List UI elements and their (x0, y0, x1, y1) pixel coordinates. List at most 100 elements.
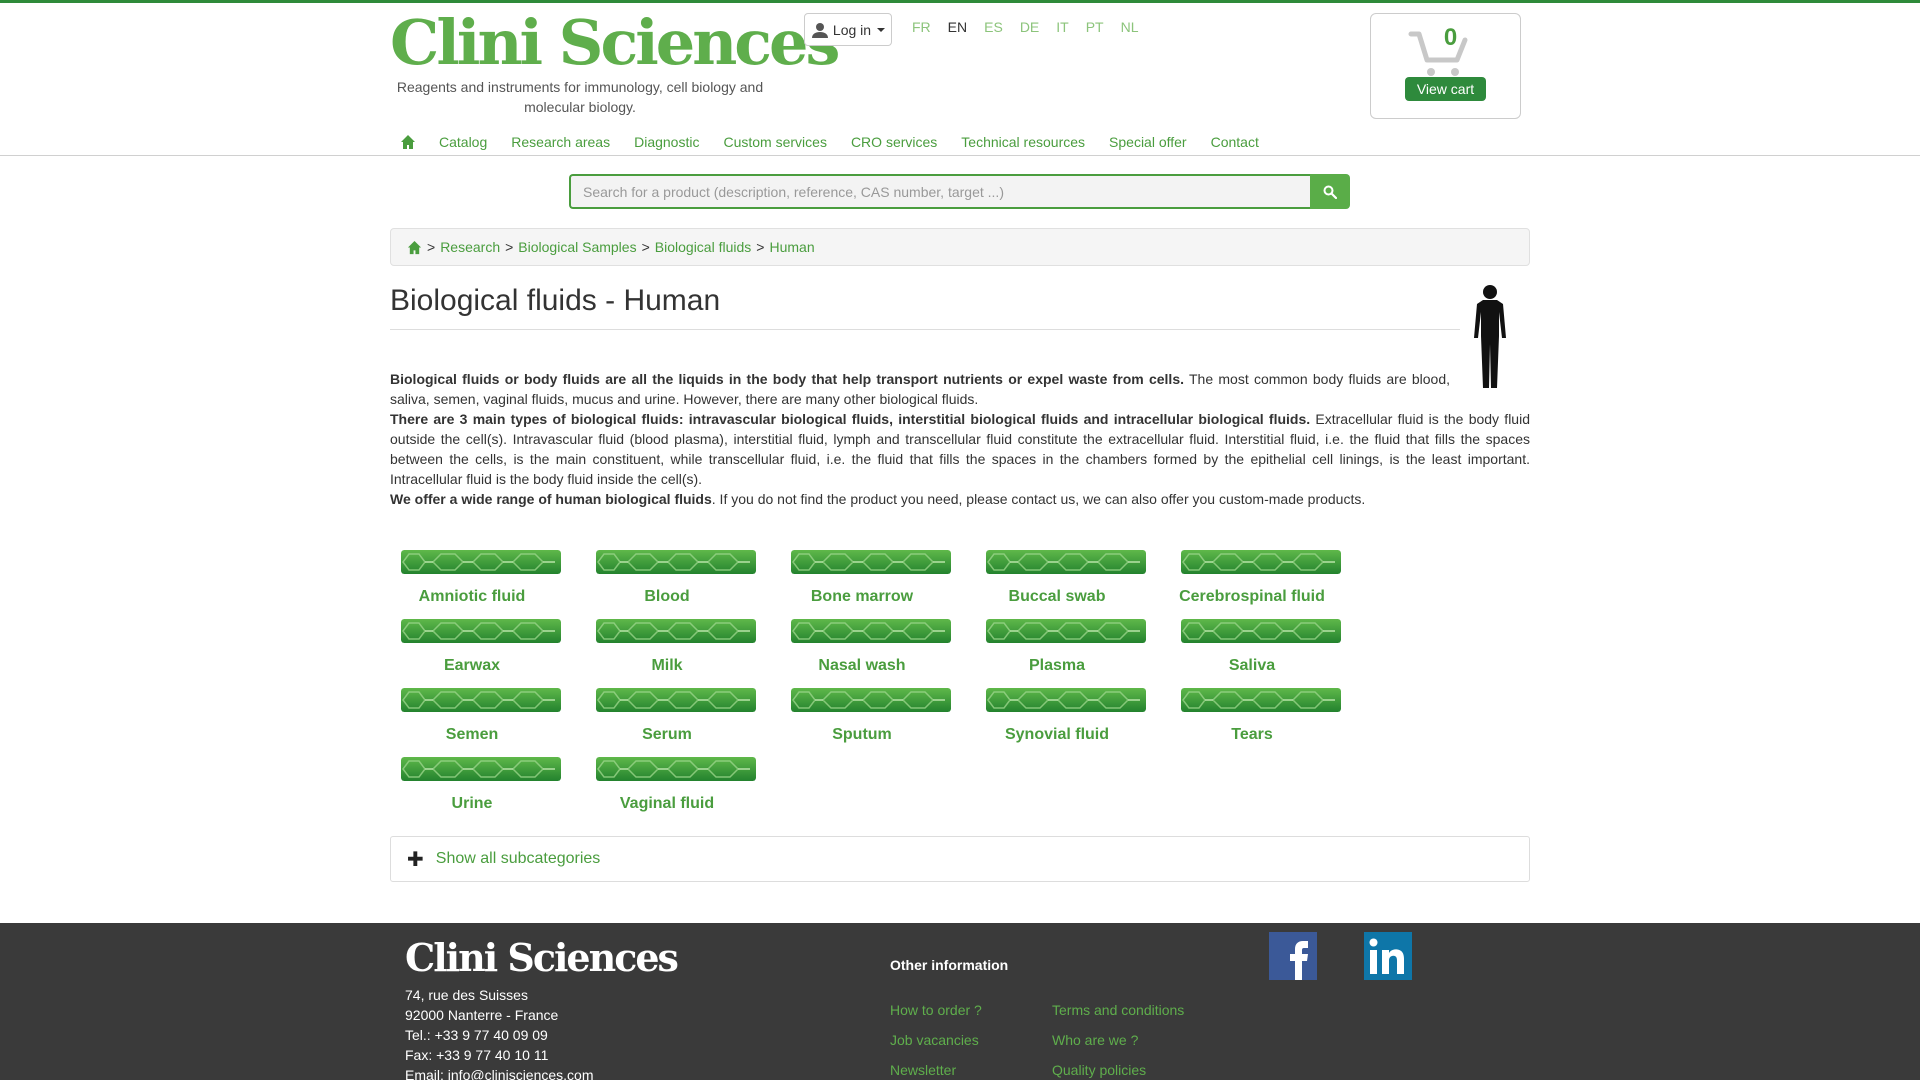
nav-item-cro-services[interactable]: CRO services (851, 134, 937, 150)
cart-widget[interactable]: 0 View cart (1370, 13, 1521, 119)
category-tile[interactable]: Sputum (780, 688, 951, 744)
breadcrumb-item[interactable]: Biological Samples (518, 239, 636, 255)
site-logo[interactable]: Clini Sciences Reagents and instruments … (390, 8, 840, 117)
category-banner-graphic (596, 757, 756, 781)
nav-item-diagnostic[interactable]: Diagnostic (634, 134, 699, 150)
category-banner-graphic (596, 550, 756, 574)
main-nav: Catalog Research areas Diagnostic Custom se… (400, 130, 1283, 154)
address-line: 74, rue des Suisses (405, 987, 528, 1003)
category-label[interactable]: Blood (585, 588, 749, 606)
nav-item-technical-resources[interactable]: Technical resources (961, 134, 1085, 150)
lang-de[interactable]: DE (1020, 19, 1039, 35)
lang-en[interactable]: EN (948, 19, 967, 35)
footer-link[interactable]: Terms and conditions (1052, 995, 1184, 1025)
breadcrumb-item[interactable]: Research (440, 239, 500, 255)
lang-nl[interactable]: NL (1121, 19, 1139, 35)
category-label[interactable]: Nasal wash (780, 657, 944, 675)
desc-2-bold: There are 3 main types of biological flu… (390, 411, 1311, 427)
category-tile[interactable]: Bone marrow (780, 550, 951, 606)
address-line: Email: info@clinisciences.com (405, 1067, 594, 1080)
category-tile[interactable]: Cerebrospinal fluid (1170, 550, 1341, 606)
desc-3-bold: We offer a wide range of human biologica… (390, 491, 712, 507)
footer-link[interactable]: How to order ? (890, 995, 982, 1025)
linkedin-icon[interactable] (1364, 932, 1412, 980)
category-label[interactable]: Tears (1170, 726, 1334, 744)
category-label[interactable]: Bone marrow (780, 588, 944, 606)
category-banner-graphic (986, 550, 1146, 574)
desc-paragraph-3: We offer a wide range of human biologica… (390, 489, 1530, 509)
search-input[interactable] (569, 174, 1310, 209)
category-label[interactable]: Cerebrospinal fluid (1170, 588, 1334, 606)
category-label[interactable]: Amniotic fluid (390, 588, 554, 606)
breadcrumb-separator: > (505, 239, 514, 255)
category-tile[interactable]: Tears (1170, 688, 1341, 744)
category-banner (1181, 619, 1341, 643)
lang-fr[interactable]: FR (912, 19, 931, 35)
footer-link[interactable]: Who are we ? (1052, 1025, 1184, 1055)
address-line: Tel.: +33 9 77 40 09 09 (405, 1027, 548, 1043)
caret-down-icon (877, 27, 886, 32)
facebook-icon[interactable] (1269, 932, 1317, 980)
search-icon (1323, 185, 1337, 199)
category-label[interactable]: Saliva (1170, 657, 1334, 675)
category-banner (596, 757, 756, 781)
category-banner (1181, 688, 1341, 712)
footer-link[interactable]: Quality policies (1052, 1055, 1184, 1080)
category-tile[interactable]: Saliva (1170, 619, 1341, 675)
show-all-subcategories[interactable]: ✚ Show all subcategories (390, 836, 1530, 882)
category-tile[interactable]: Synovial fluid (975, 688, 1146, 744)
category-label[interactable]: Urine (390, 795, 554, 813)
category-tile[interactable]: Semen (390, 688, 561, 744)
footer-link[interactable]: Newsletter (890, 1055, 982, 1080)
category-tile[interactable]: Nasal wash (780, 619, 951, 675)
category-banner (986, 688, 1146, 712)
tagline: Reagents and instruments for immunology,… (396, 79, 764, 115)
category-label[interactable]: Buccal swab (975, 588, 1139, 606)
category-label[interactable]: Vaginal fluid (585, 795, 749, 813)
nav-item-contact[interactable]: Contact (1211, 134, 1259, 150)
breadcrumb-separator: > (756, 239, 765, 255)
category-tile[interactable]: Urine (390, 757, 561, 813)
category-tile[interactable]: Serum (585, 688, 756, 744)
category-tile[interactable]: Buccal swab (975, 550, 1146, 606)
footer-link[interactable]: Job vacancies (890, 1025, 982, 1055)
category-label[interactable]: Semen (390, 726, 554, 744)
plus-icon: ✚ (407, 848, 424, 871)
lang-it[interactable]: IT (1056, 19, 1068, 35)
nav-item-custom-services[interactable]: Custom services (723, 134, 826, 150)
category-tile[interactable]: Blood (585, 550, 756, 606)
category-banner (401, 688, 561, 712)
category-tile[interactable]: Milk (585, 619, 756, 675)
category-banner-graphic (401, 619, 561, 643)
top-accent-bar (0, 0, 1920, 3)
category-tile[interactable]: Amniotic fluid (390, 550, 561, 606)
category-label[interactable]: Earwax (390, 657, 554, 675)
lang-es[interactable]: ES (984, 19, 1003, 35)
lang-pt[interactable]: PT (1086, 19, 1104, 35)
breadcrumb-item[interactable]: Biological fluids (655, 239, 752, 255)
nav-item-catalog[interactable]: Catalog (439, 134, 487, 150)
footer-links-col2: Terms and conditions Who are we ? Quality … (1052, 995, 1184, 1080)
home-icon[interactable] (400, 134, 416, 150)
title-divider (390, 329, 1460, 330)
category-banner (791, 688, 951, 712)
category-tile[interactable]: Earwax (390, 619, 561, 675)
category-label[interactable]: Serum (585, 726, 749, 744)
login-button[interactable]: Log in (804, 13, 892, 46)
category-label[interactable]: Sputum (780, 726, 944, 744)
breadcrumb-item[interactable]: Human (769, 239, 814, 255)
category-label[interactable]: Milk (585, 657, 749, 675)
category-tile[interactable]: Vaginal fluid (585, 757, 756, 813)
nav-item-special-offer[interactable]: Special offer (1109, 134, 1187, 150)
category-label[interactable]: Plasma (975, 657, 1139, 675)
breadcrumb-home-icon[interactable] (407, 240, 422, 255)
show-all-link[interactable]: Show all subcategories (436, 850, 601, 868)
view-cart-button[interactable]: View cart (1405, 77, 1486, 101)
footer: Clini Sciences 74, rue des Suisses 92000 … (0, 923, 1920, 1080)
description: Biological fluids or body fluids are all… (390, 369, 1530, 509)
category-label[interactable]: Synovial fluid (975, 726, 1139, 744)
search-button[interactable] (1310, 174, 1350, 209)
nav-item-research-areas[interactable]: Research areas (511, 134, 610, 150)
desc-paragraph-1: Biological fluids or body fluids are all… (390, 369, 1450, 409)
category-tile[interactable]: Plasma (975, 619, 1146, 675)
